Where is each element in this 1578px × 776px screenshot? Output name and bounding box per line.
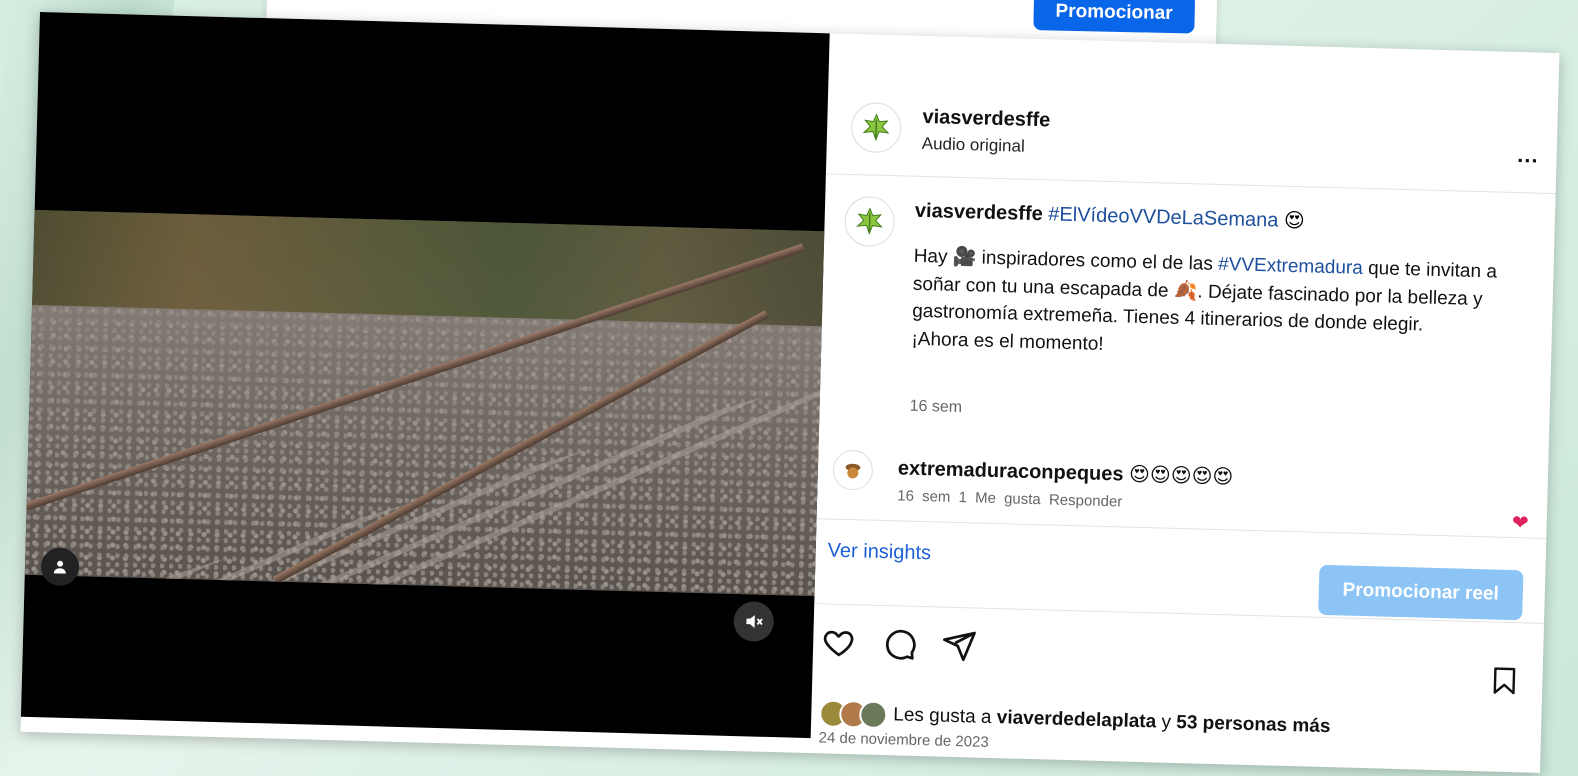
user-icon bbox=[53, 560, 66, 574]
liker-avatars[interactable] bbox=[818, 699, 888, 730]
mute-icon bbox=[746, 615, 763, 628]
comment-item: extremaduraconpeques 😍😍😍😍😍 16 sem 1 Me g… bbox=[817, 443, 1549, 533]
audio-label[interactable]: Audio original bbox=[921, 134, 1025, 157]
hashtag-link[interactable]: #VVExtremadura bbox=[1218, 254, 1363, 279]
avatar[interactable] bbox=[850, 101, 902, 154]
comment-like-heart-icon[interactable]: ❤ bbox=[1512, 510, 1529, 535]
likes-count-link[interactable]: 53 personas más bbox=[1176, 712, 1331, 738]
post-author[interactable]: viasverdesffe bbox=[922, 106, 1050, 132]
post-date: 24 de noviembre de 2023 bbox=[818, 729, 989, 751]
emoji: 😍 bbox=[1283, 209, 1306, 233]
promote-button[interactable]: Promocionar bbox=[1033, 0, 1196, 34]
more-options-icon[interactable]: ... bbox=[1517, 142, 1539, 169]
post-actions: Les gusta a viaverdedelaplata y 53 perso… bbox=[810, 603, 1545, 774]
caption-header: viasverdesffe #ElVídeoVVDeLaSemana 😍 bbox=[915, 198, 1306, 234]
post-header: viasverdesffe Audio original ... bbox=[825, 73, 1559, 195]
leaf-logo-icon bbox=[856, 207, 883, 235]
view-insights-link[interactable]: Ver insights bbox=[827, 540, 931, 566]
video-frame bbox=[24, 209, 825, 597]
caption-text: Hay 🎥 inspiradores como el de las #VVExt… bbox=[911, 245, 1498, 355]
post-side-panel: viasverdesffe Audio original ... viasver… bbox=[810, 33, 1559, 774]
tagged-user-button[interactable] bbox=[40, 547, 80, 587]
reply-button[interactable]: Responder bbox=[1049, 491, 1123, 510]
comment-icon[interactable] bbox=[881, 626, 918, 663]
comment-author: extremaduraconpeques 😍😍😍😍😍 bbox=[897, 457, 1234, 489]
comment-likes[interactable]: 1 Me gusta bbox=[958, 489, 1041, 508]
comment-meta: 16 sem 1 Me gusta Responder bbox=[896, 487, 1123, 511]
acorn-logo-icon bbox=[845, 463, 861, 479]
mute-button[interactable] bbox=[733, 600, 775, 643]
reel-post-card: viasverdesffe Audio original ... viasver… bbox=[20, 12, 1560, 774]
caption-timestamp: 16 sem bbox=[909, 397, 963, 417]
bookmark-icon[interactable] bbox=[1488, 662, 1521, 699]
promote-reel-button[interactable]: Promocionar reel bbox=[1317, 564, 1524, 621]
share-icon[interactable] bbox=[941, 628, 978, 665]
insights-bar: Ver insights Promocionar reel bbox=[814, 518, 1547, 621]
video-player[interactable] bbox=[20, 12, 830, 739]
comment-avatar[interactable] bbox=[832, 449, 874, 491]
avatar[interactable] bbox=[843, 195, 896, 248]
caption-author[interactable]: viasverdesffe bbox=[915, 200, 1043, 225]
heart-icon[interactable] bbox=[821, 624, 858, 661]
leaf-logo-icon bbox=[862, 113, 890, 142]
hashtag-link[interactable]: #ElVídeoVVDeLaSemana bbox=[1048, 203, 1279, 231]
liker-username[interactable]: viaverdedelaplata bbox=[996, 707, 1157, 733]
